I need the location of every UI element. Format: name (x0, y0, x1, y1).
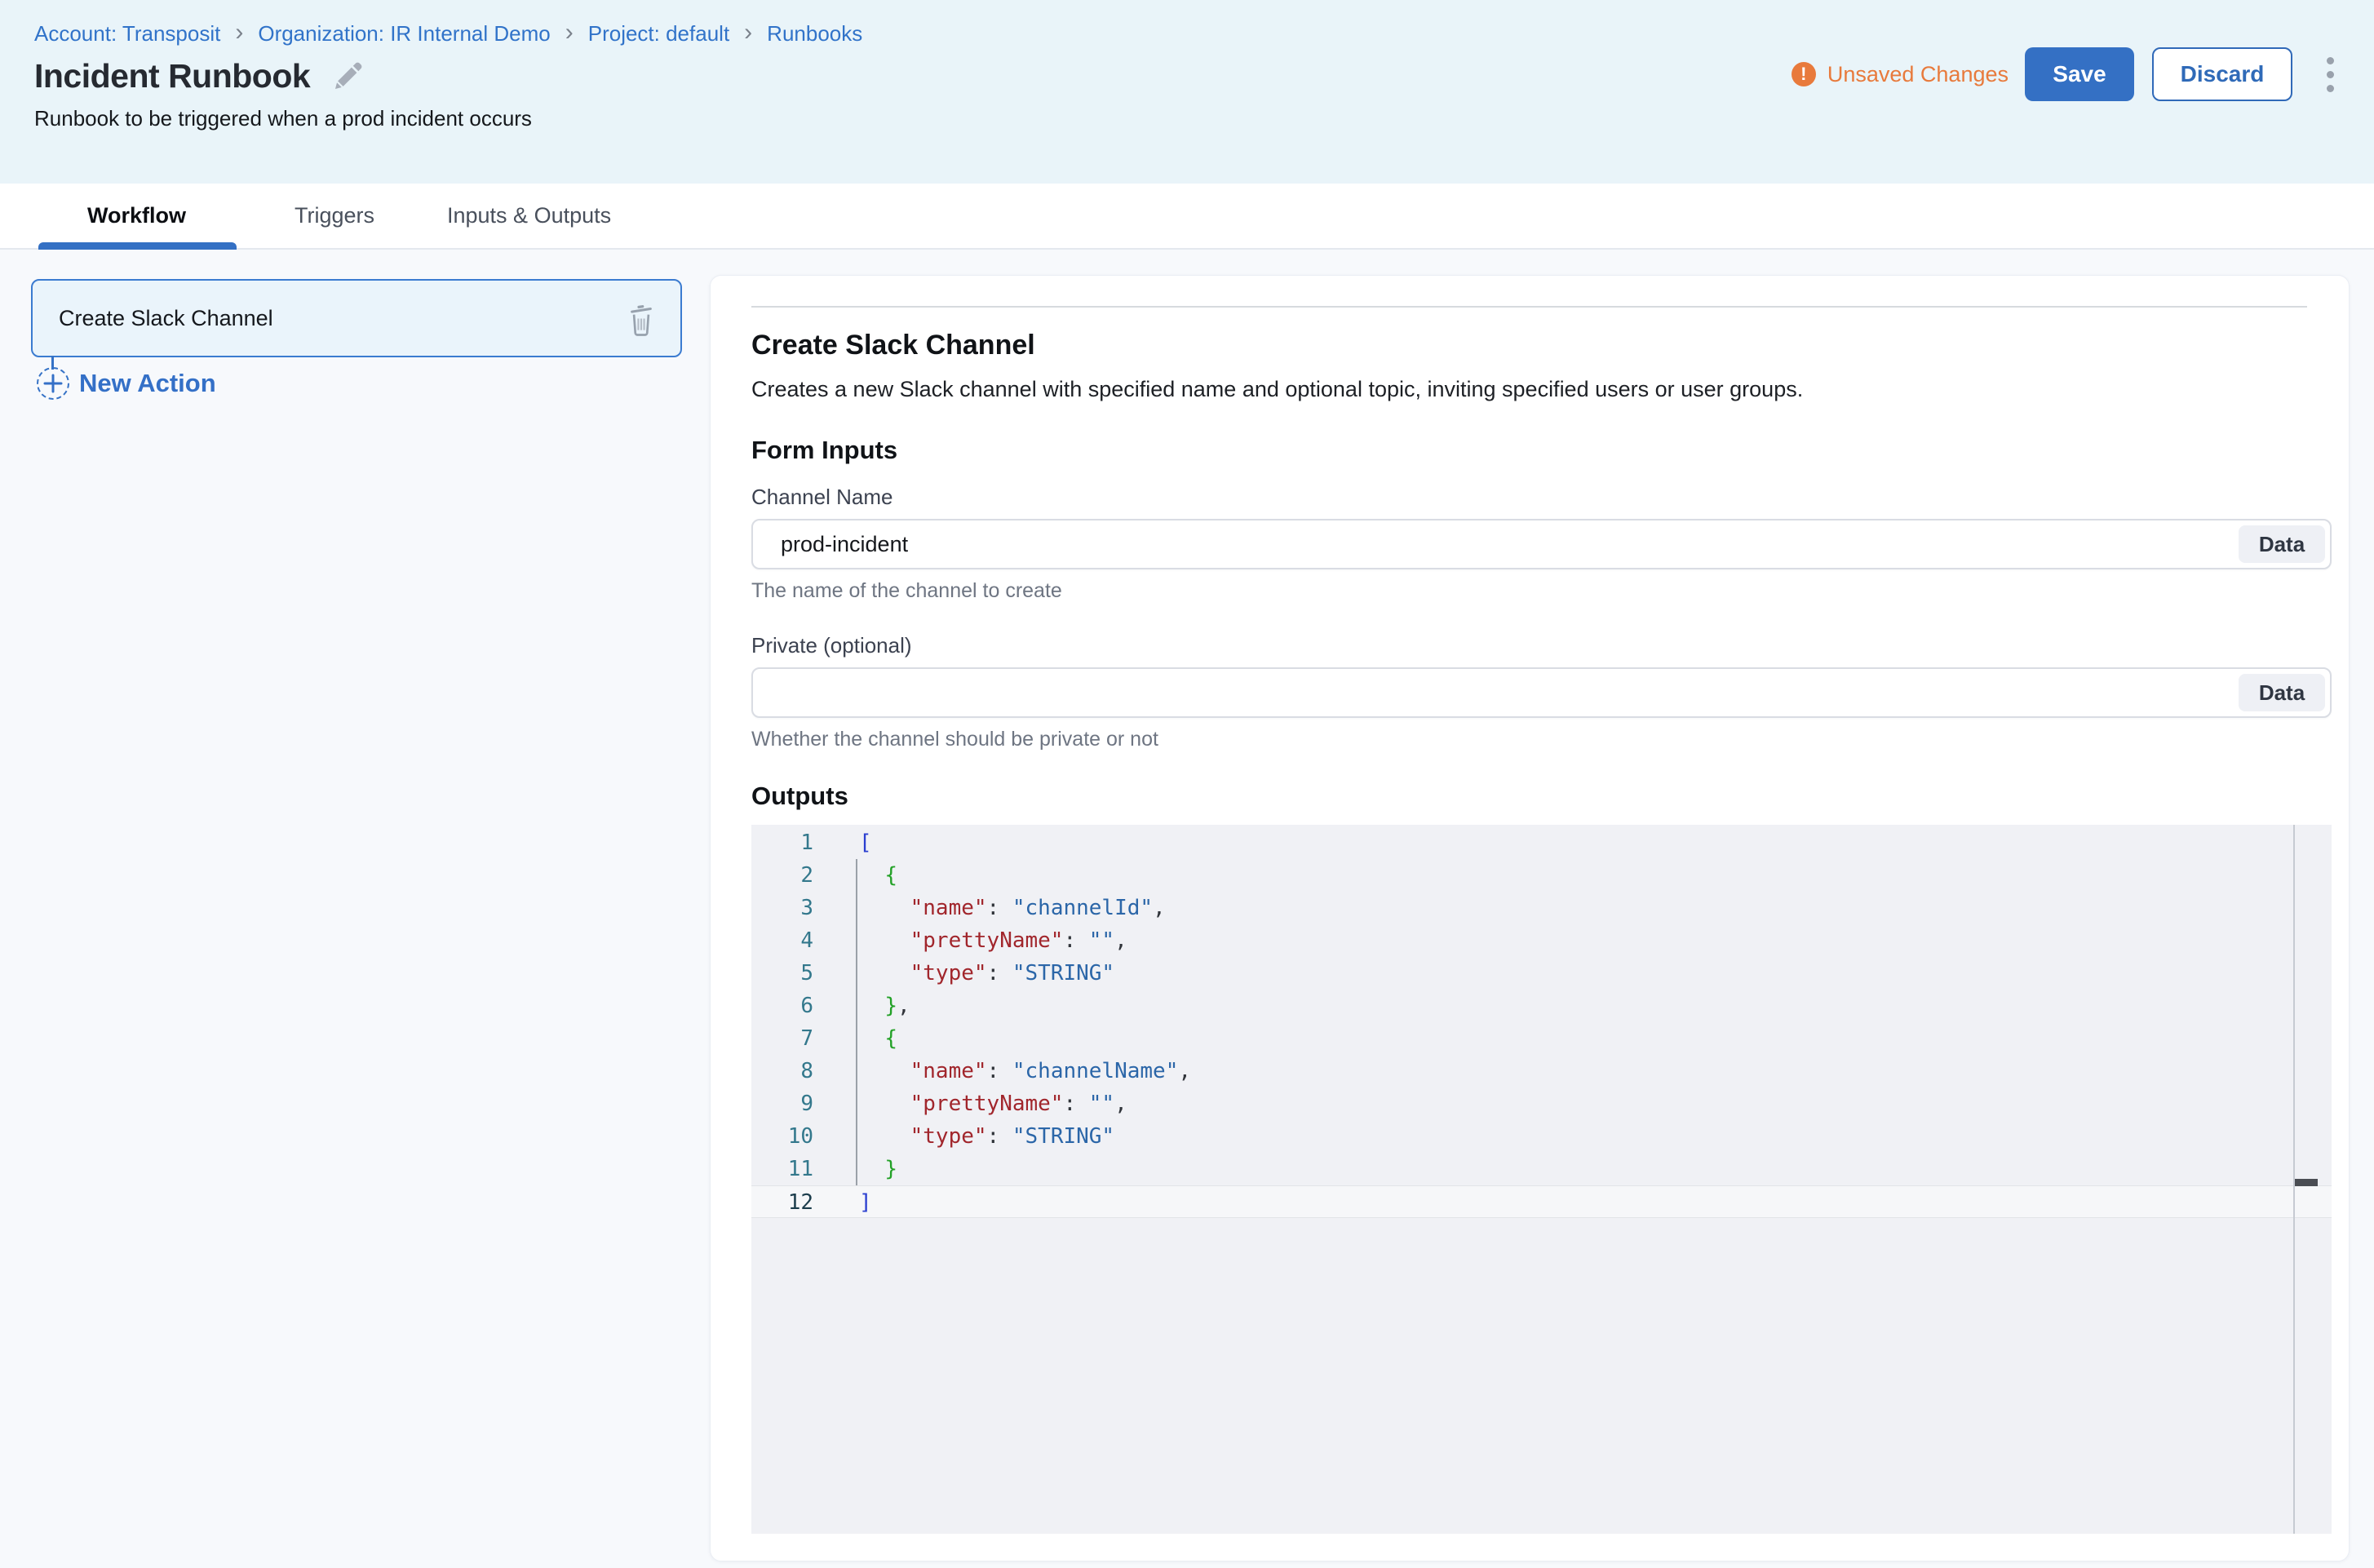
kebab-dot-icon (2327, 71, 2334, 78)
code-line[interactable]: 10 "type": "STRING" (751, 1120, 2332, 1153)
code-line-text: "name": "channelId", (813, 892, 1166, 924)
breadcrumb-project-link[interactable]: Project: default (588, 21, 729, 47)
page-subtitle: Runbook to be triggered when a prod inci… (34, 106, 532, 131)
tab-bar: Workflow Triggers Inputs & Outputs (0, 184, 2374, 250)
active-tab-indicator (38, 242, 237, 250)
channel-name-data-button[interactable]: Data (2239, 525, 2325, 563)
channel-name-input[interactable] (751, 519, 2332, 569)
trash-icon (627, 303, 656, 336)
code-line[interactable]: 11 } (751, 1153, 2332, 1185)
save-button[interactable]: Save (2025, 47, 2134, 101)
step-detail-panel: Create Slack Channel Creates a new Slack… (710, 275, 2350, 1561)
code-line-text: "type": "STRING" (813, 1120, 1114, 1153)
plus-icon (37, 367, 69, 400)
line-number: 2 (751, 859, 813, 892)
code-line[interactable]: 7 { (751, 1022, 2332, 1055)
kebab-dot-icon (2327, 85, 2334, 92)
private-helper-text: Whether the channel should be private or… (751, 728, 1158, 751)
code-line[interactable]: 8 "name": "channelName", (751, 1055, 2332, 1087)
workflow-content: Create Slack Channel New Action Create S… (0, 250, 2374, 1568)
unsaved-changes-status: ! Unsaved Changes (1792, 62, 2009, 87)
line-number: 6 (751, 990, 813, 1022)
line-number: 11 (751, 1153, 813, 1185)
kebab-dot-icon (2327, 57, 2334, 64)
code-line[interactable]: 5 "type": "STRING" (751, 957, 2332, 990)
discard-button[interactable]: Discard (2152, 47, 2292, 101)
private-data-button[interactable]: Data (2239, 674, 2325, 711)
code-line-text: [ (813, 826, 872, 859)
code-line-text: "type": "STRING" (813, 957, 1114, 990)
alert-icon: ! (1792, 62, 1816, 86)
code-lines: 1[2 {3 "name": "channelId",4 "prettyName… (751, 826, 2332, 1218)
channel-name-field-wrap: Data (751, 519, 2332, 569)
code-line[interactable]: 3 "name": "channelId", (751, 892, 2332, 924)
page-header: Account: Transposit › Organization: IR I… (0, 0, 2374, 184)
code-line-text: "prettyName": "", (813, 924, 1127, 957)
code-line-text: ] (813, 1186, 872, 1217)
new-action-label: New Action (79, 369, 216, 398)
form-inputs-heading: Form Inputs (751, 436, 897, 465)
code-line[interactable]: 12] (751, 1185, 2332, 1218)
new-action-button[interactable]: New Action (37, 367, 216, 400)
pencil-icon (332, 61, 363, 92)
private-label: Private (optional) (751, 633, 912, 658)
code-line[interactable]: 9 "prettyName": "", (751, 1087, 2332, 1120)
tab-inputs-outputs[interactable]: Inputs & Outputs (447, 184, 611, 248)
delete-step-button[interactable] (623, 302, 659, 338)
indent-guide-line (856, 859, 857, 1185)
code-line[interactable]: 6 }, (751, 990, 2332, 1022)
workflow-step-label: Create Slack Channel (59, 306, 273, 331)
code-line[interactable]: 1[ (751, 826, 2332, 859)
step-detail-description: Creates a new Slack channel with specifi… (751, 377, 1803, 402)
channel-name-label: Channel Name (751, 485, 892, 510)
line-number: 7 (751, 1022, 813, 1055)
code-line[interactable]: 4 "prettyName": "", (751, 924, 2332, 957)
status-text: Unsaved Changes (1827, 62, 2009, 87)
workflow-step-create-slack-channel[interactable]: Create Slack Channel (31, 279, 682, 357)
channel-name-helper-text: The name of the channel to create (751, 579, 1062, 603)
code-line-text: "prettyName": "", (813, 1087, 1127, 1120)
code-line[interactable]: 2 { (751, 859, 2332, 892)
step-detail-title: Create Slack Channel (751, 330, 1035, 361)
edit-title-button[interactable] (331, 60, 364, 93)
page-title: Incident Runbook (34, 57, 310, 95)
breadcrumb-separator-icon: › (235, 22, 243, 43)
breadcrumb-account-link[interactable]: Account: Transposit (34, 21, 220, 47)
code-line-text: }, (813, 990, 910, 1022)
top-divider (751, 306, 2307, 308)
outputs-code-editor[interactable]: 1[2 {3 "name": "channelId",4 "prettyName… (751, 825, 2332, 1534)
editor-scrollbar-thumb[interactable] (2295, 1179, 2318, 1186)
private-input[interactable] (751, 667, 2332, 718)
breadcrumb: Account: Transposit › Organization: IR I… (34, 21, 862, 47)
line-number: 1 (751, 826, 813, 859)
tab-workflow[interactable]: Workflow (87, 184, 186, 248)
line-number: 9 (751, 1087, 813, 1120)
breadcrumb-organization-link[interactable]: Organization: IR Internal Demo (258, 21, 550, 47)
tab-triggers[interactable]: Triggers (295, 184, 374, 248)
outputs-heading: Outputs (751, 782, 848, 811)
line-number: 10 (751, 1120, 813, 1153)
breadcrumb-runbooks-link[interactable]: Runbooks (767, 21, 862, 47)
line-number: 4 (751, 924, 813, 957)
line-number: 3 (751, 892, 813, 924)
more-options-button[interactable] (2314, 50, 2346, 99)
line-number: 12 (751, 1186, 813, 1217)
line-number: 8 (751, 1055, 813, 1087)
breadcrumb-separator-icon: › (565, 22, 574, 43)
line-number: 5 (751, 957, 813, 990)
code-line-text: "name": "channelName", (813, 1055, 1191, 1087)
private-field-wrap: Data (751, 667, 2332, 718)
breadcrumb-separator-icon: › (744, 22, 752, 43)
